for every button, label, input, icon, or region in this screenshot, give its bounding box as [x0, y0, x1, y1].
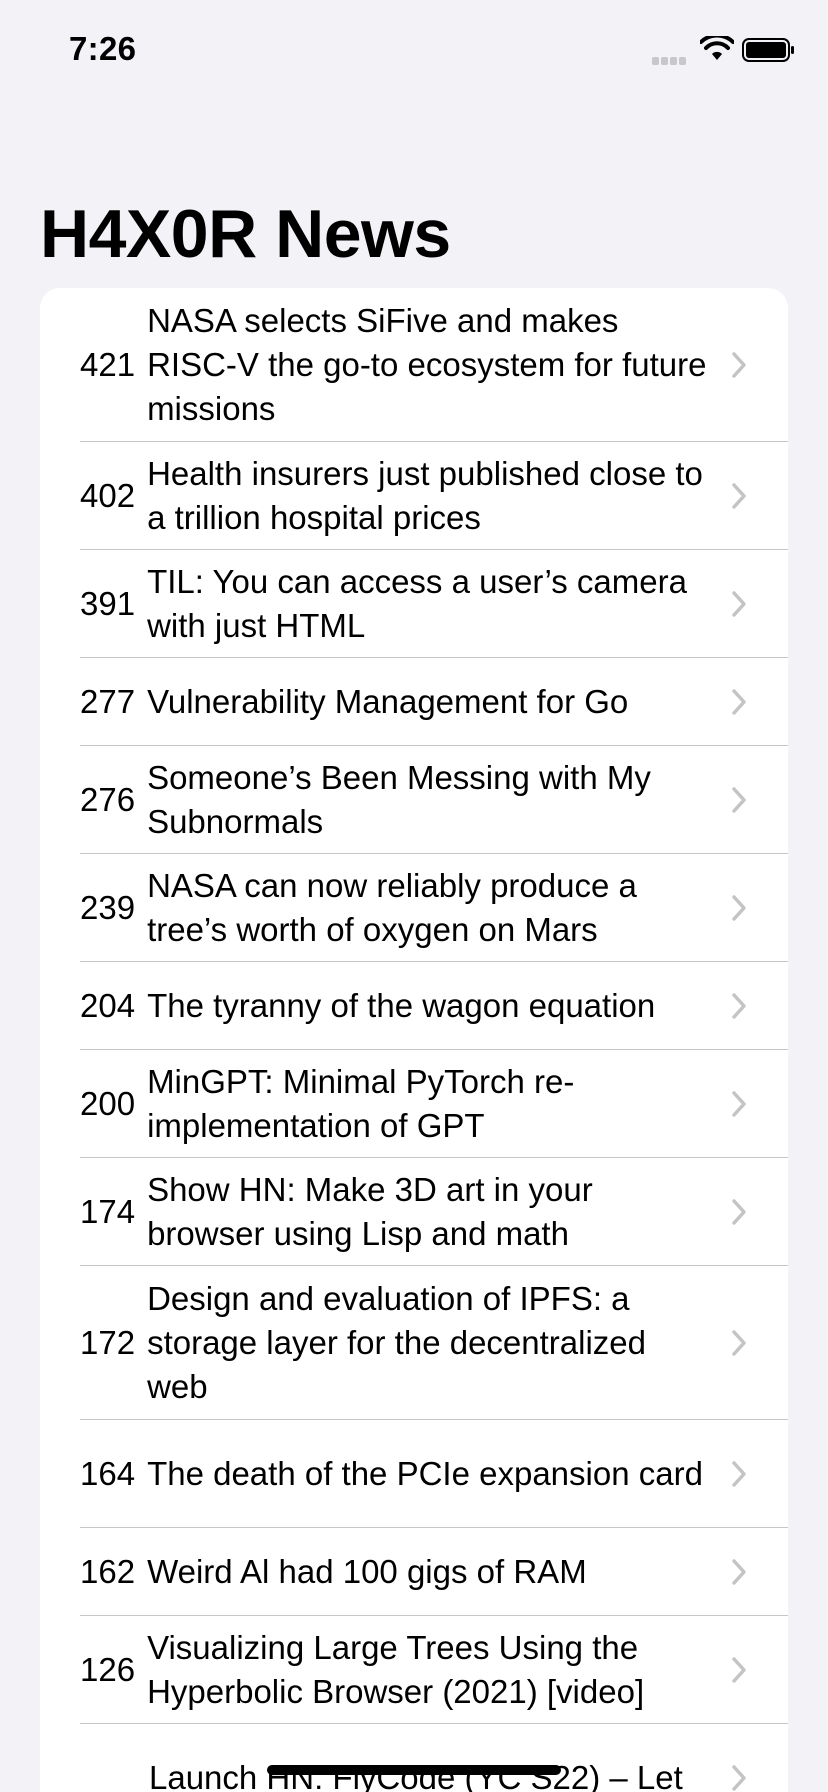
story-score: 172: [80, 1323, 136, 1361]
chevron-right-icon: [732, 482, 746, 509]
story-row[interactable]: Launch HN: FlyCode (YC S22) – Let: [80, 1724, 788, 1792]
story-score: 276: [80, 780, 136, 818]
story-title: Show HN: Make 3D art in your browser usi…: [147, 1170, 593, 1252]
story-title: Weird Al had 100 gigs of RAM: [147, 1552, 587, 1590]
story-score: 391: [80, 584, 136, 622]
page-title: H4X0R News: [40, 196, 451, 272]
story-score: 162: [80, 1552, 136, 1590]
story-row[interactable]: 126 Visualizing Large Trees Using the Hyp…: [80, 1616, 788, 1724]
story-row[interactable]: 174 Show HN: Make 3D art in your browser …: [80, 1158, 788, 1266]
story-row[interactable]: 164 The death of the PCIe expansion card: [80, 1420, 788, 1528]
chevron-right-icon: [732, 590, 746, 617]
story-score: 126: [80, 1650, 136, 1688]
story-score: 200: [80, 1084, 136, 1122]
story-title: The tyranny of the wagon equation: [147, 986, 656, 1024]
chevron-right-icon: [732, 992, 746, 1019]
story-row[interactable]: 402 Health insurers just published close …: [80, 442, 788, 550]
wifi-icon: [700, 36, 734, 60]
story-row[interactable]: 391 TIL: You can access a user’s camera w…: [80, 550, 788, 658]
chevron-right-icon: [732, 1329, 746, 1356]
story-score: 239: [80, 888, 136, 926]
chevron-right-icon: [732, 351, 746, 378]
story-title: Design and evaluation of IPFS: a storage…: [147, 1279, 647, 1405]
story-score: 421: [80, 345, 136, 383]
story-title: NASA selects SiFive and makes RISC-V the…: [147, 301, 707, 427]
story-score: 402: [80, 476, 136, 514]
status-bar: 7:26: [0, 0, 828, 100]
screen: 7:26 H4X0R News 421 NASA selects SiFive a…: [0, 0, 828, 1792]
story-row[interactable]: 277 Vulnerability Management for Go: [80, 658, 788, 746]
chevron-right-icon: [732, 1764, 746, 1791]
story-title: Vulnerability Management for Go: [147, 682, 629, 720]
story-title: TIL: You can access a user’s camera with…: [147, 562, 687, 644]
chevron-right-icon: [732, 894, 746, 921]
chevron-right-icon: [732, 688, 746, 715]
story-score: 174: [80, 1192, 136, 1230]
story-row[interactable]: 204 The tyranny of the wagon equation: [80, 962, 788, 1050]
story-list: 421 NASA selects SiFive and makes RISC-V …: [40, 288, 788, 1792]
story-title: Health insurers just published close to …: [147, 454, 703, 536]
story-row[interactable]: 276 Someone’s Been Messing with My Subnor…: [80, 746, 788, 854]
story-row[interactable]: 162 Weird Al had 100 gigs of RAM: [80, 1528, 788, 1616]
story-row[interactable]: 172 Design and evaluation of IPFS: a stor…: [80, 1266, 788, 1420]
status-time: 7:26: [69, 30, 137, 67]
chevron-right-icon: [732, 1656, 746, 1683]
cellular-signal-icon: [652, 52, 690, 65]
chevron-right-icon: [732, 786, 746, 813]
battery-icon: [742, 38, 794, 62]
chevron-right-icon: [732, 1090, 746, 1117]
story-row[interactable]: 200 MinGPT: Minimal PyTorch re-implementa…: [80, 1050, 788, 1158]
story-title: Visualizing Large Trees Using the Hyperb…: [147, 1628, 645, 1710]
story-score: 277: [80, 682, 136, 720]
chevron-right-icon: [732, 1198, 746, 1225]
story-title: MinGPT: Minimal PyTorch re-implementatio…: [147, 1062, 575, 1144]
story-score: 164: [80, 1454, 136, 1492]
story-title: Someone’s Been Messing with My Subnormal…: [147, 758, 651, 840]
chevron-right-icon: [732, 1558, 746, 1585]
story-score: 204: [80, 986, 136, 1024]
chevron-right-icon: [732, 1460, 746, 1487]
story-title: The death of the PCIe expansion card: [147, 1454, 703, 1492]
story-row[interactable]: 239 NASA can now reliably produce a tree’…: [80, 854, 788, 962]
story-title: NASA can now reliably produce a tree’s w…: [147, 866, 637, 948]
home-indicator[interactable]: [267, 1765, 561, 1775]
story-row[interactable]: 421 NASA selects SiFive and makes RISC-V …: [80, 288, 788, 442]
